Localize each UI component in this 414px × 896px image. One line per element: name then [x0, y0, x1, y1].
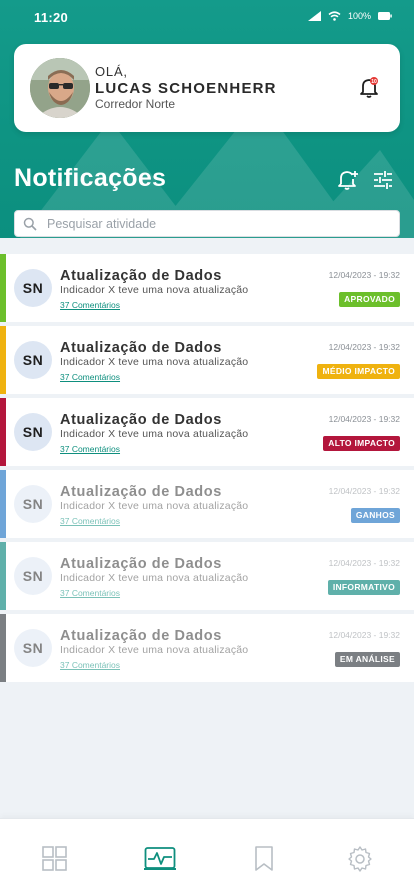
search-icon: [23, 217, 37, 231]
notification-status-bar: [0, 326, 6, 394]
signal-icon: [307, 11, 321, 21]
filter-button[interactable]: [371, 168, 395, 192]
grid-icon: [42, 846, 67, 871]
notification-description: Indicador X teve uma nova atualização: [60, 284, 249, 296]
notification-bell-button[interactable]: 10: [357, 75, 381, 99]
notification-item[interactable]: SN Atualização de Dados Indicador X teve u…: [0, 398, 414, 466]
nav-settings[interactable]: [346, 845, 374, 873]
notification-comments-link[interactable]: 37 Comentários: [60, 444, 120, 454]
notification-avatar: SN: [14, 485, 52, 523]
wifi-icon: [328, 11, 341, 21]
notification-avatar: SN: [14, 413, 52, 451]
battery-percent: 100%: [347, 11, 371, 21]
bell-plus-icon: [338, 171, 358, 190]
page-title: Notificações: [14, 164, 167, 192]
notification-status-bar: [0, 542, 6, 610]
notification-comments-link[interactable]: 37 Comentários: [60, 588, 120, 598]
notification-avatar: SN: [14, 269, 52, 307]
battery-icon: [378, 12, 392, 20]
search-bar[interactable]: [14, 210, 400, 237]
notification-item[interactable]: SN Atualização de Dados Indicador X teve u…: [0, 614, 414, 682]
bottom-navigation: [0, 818, 414, 896]
notification-title: Atualização de Dados: [60, 412, 222, 428]
notification-status-bar: [0, 470, 6, 538]
notification-comments-link[interactable]: 37 Comentários: [60, 516, 120, 526]
notification-status-badge: APROVADO: [339, 292, 400, 307]
notification-date: 12/04/2023 - 19:32: [328, 630, 400, 640]
add-alert-button[interactable]: [336, 167, 360, 191]
notification-comments-link[interactable]: 37 Comentários: [60, 372, 120, 382]
notification-status-badge: EM ANÁLISE: [334, 652, 400, 667]
bell-badge-count: 10: [371, 79, 377, 85]
notification-status-badge: GANHOS: [350, 508, 400, 523]
greeting-text: OLÁ,: [95, 64, 128, 79]
notification-description: Indicador X teve uma nova atualização: [60, 644, 249, 656]
notification-title: Atualização de Dados: [60, 484, 222, 500]
sliders-icon: [374, 171, 392, 189]
notification-description: Indicador X teve uma nova atualização: [60, 356, 249, 368]
notification-title: Atualização de Dados: [60, 268, 222, 284]
bell-icon: 10: [360, 77, 378, 98]
avatar[interactable]: [30, 58, 90, 118]
user-role: Corredor Norte: [95, 97, 176, 111]
notification-avatar: SN: [14, 557, 52, 595]
notification-item[interactable]: SN Atualização de Dados Indicador X teve u…: [0, 326, 414, 394]
notification-avatar: SN: [14, 629, 52, 667]
notification-title: Atualização de Dados: [60, 340, 222, 356]
notification-item[interactable]: SN Atualização de Dados Indicador X teve u…: [0, 470, 414, 538]
nav-active-indicator: [144, 868, 176, 870]
notification-item[interactable]: SN Atualização de Dados Indicador X teve u…: [0, 254, 414, 322]
notification-status-bar: [0, 614, 6, 682]
status-time: 11:20: [34, 10, 69, 25]
notification-avatar: SN: [14, 341, 52, 379]
notification-status-badge: INFORMATIVO: [327, 580, 400, 595]
status-icons: 100%: [307, 11, 392, 21]
notification-date: 12/04/2023 - 19:32: [328, 270, 400, 280]
notification-date: 12/04/2023 - 19:32: [328, 486, 400, 496]
nav-bookmarks[interactable]: [250, 845, 278, 873]
nav-dashboard[interactable]: [41, 845, 69, 873]
notification-status-badge: MÉDIO IMPACTO: [317, 364, 400, 379]
notification-date: 12/04/2023 - 19:32: [328, 342, 400, 352]
notification-date: 12/04/2023 - 19:32: [328, 414, 400, 424]
notification-status-badge: ALTO IMPACTO: [323, 436, 400, 451]
notification-description: Indicador X teve uma nova atualização: [60, 428, 249, 440]
notification-date: 12/04/2023 - 19:32: [328, 558, 400, 568]
gear-icon: [348, 846, 372, 872]
bookmark-icon: [255, 846, 273, 871]
notification-status-bar: [0, 398, 6, 466]
search-input[interactable]: [47, 214, 387, 234]
notification-comments-link[interactable]: 37 Comentários: [60, 300, 120, 310]
notification-description: Indicador X teve uma nova atualização: [60, 500, 249, 512]
notification-comments-link[interactable]: 37 Comentários: [60, 660, 120, 670]
user-name: LUCAS SCHOENHERR: [95, 80, 277, 97]
notification-description: Indicador X teve uma nova atualização: [60, 572, 249, 584]
notification-status-bar: [0, 254, 6, 322]
avatar-photo: [30, 58, 90, 118]
notification-title: Atualização de Dados: [60, 556, 222, 572]
user-card[interactable]: OLÁ, LUCAS SCHOENHERR Corredor Norte 10: [14, 44, 400, 132]
notification-item[interactable]: SN Atualização de Dados Indicador X teve u…: [0, 542, 414, 610]
status-bar: 11:20 100%: [0, 0, 414, 34]
notification-title: Atualização de Dados: [60, 628, 222, 644]
